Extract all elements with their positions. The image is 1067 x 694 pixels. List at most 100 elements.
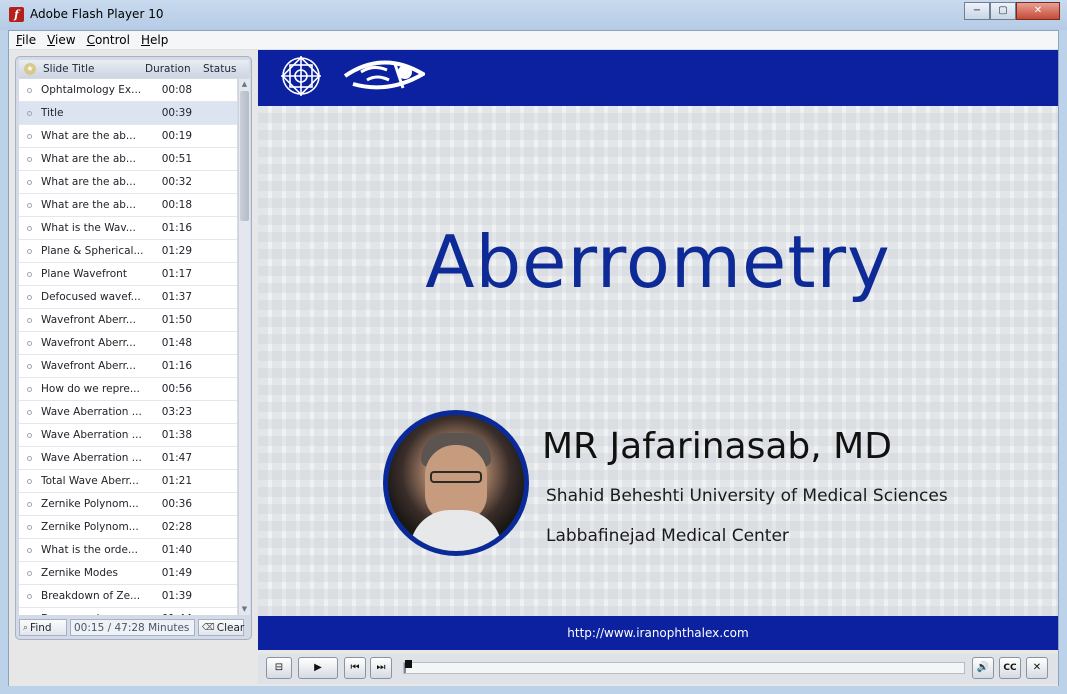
next-slide-button[interactable]: ⏭	[370, 657, 392, 679]
slide-list-row[interactable]: Plane & Spherical... 01:29	[19, 240, 237, 263]
slide-list: Ophtalmology Ex... 00:08 Title 00:39 What ar…	[19, 79, 237, 615]
slide-list-row[interactable]: How do we repre... 00:56	[19, 378, 237, 401]
column-slide-title[interactable]: Slide Title	[43, 63, 145, 75]
window-titlebar[interactable]: f Adobe Flash Player 10 − ▢ ✕	[0, 0, 1067, 30]
slide-row-title: What are the ab...	[41, 130, 136, 142]
slide-row-duration: 00:18	[161, 199, 192, 211]
eye-center-logo-icon	[343, 60, 425, 90]
slide-list-row[interactable]: Defocused wavef... 01:37	[19, 286, 237, 309]
status-dot-icon	[27, 271, 32, 277]
slide-list-row[interactable]: What is the orde... 01:40	[19, 539, 237, 562]
outline-footer: ⌕ Find 00:15 / 47:28 Minutes ⌫ Clear	[19, 619, 249, 637]
menu-file[interactable]: File	[12, 31, 43, 49]
close-player-button[interactable]: ✕	[1026, 657, 1048, 679]
menu-help-label: elp	[150, 33, 169, 47]
slide-canvas[interactable]: Aberrometry MR Jafarinasab, MD Shahid Be…	[258, 50, 1058, 650]
status-dot-icon	[27, 593, 32, 599]
previous-icon: ⏮	[350, 662, 360, 673]
slide-row-title: Zernike Polynom...	[41, 498, 139, 510]
status-dot-icon	[27, 547, 32, 553]
menu-view[interactable]: View	[43, 31, 82, 49]
slide-list-row[interactable]: Zernike Polynom... 00:36	[19, 493, 237, 516]
play-button[interactable]: ▶	[298, 657, 338, 679]
status-dot-icon	[27, 455, 32, 461]
maximize-button[interactable]: ▢	[990, 2, 1016, 20]
slide-row-title: Breakdown of Ze...	[41, 590, 141, 602]
close-window-button[interactable]: ✕	[1016, 2, 1060, 20]
cc-icon: CC	[1003, 663, 1017, 673]
slide-row-title: Ophtalmology Ex...	[41, 84, 142, 96]
slide-row-duration: 01:50	[161, 314, 192, 326]
seek-bar[interactable]	[403, 662, 965, 674]
status-dot-icon	[27, 432, 32, 438]
slide-list-row[interactable]: What are the ab... 00:18	[19, 194, 237, 217]
slide-row-title: What is the orde...	[41, 544, 138, 556]
scroll-up-icon[interactable]: ▲	[239, 79, 250, 90]
volume-button[interactable]: 🔊	[972, 657, 994, 679]
slide-row-duration: 00:56	[161, 383, 192, 395]
slide-list-row[interactable]: Zernike Polynom... 02:28	[19, 516, 237, 539]
slide-list-row[interactable]: Total Wave Aberr... 01:21	[19, 470, 237, 493]
slide-header-band	[258, 50, 1058, 106]
window-client: File View Control Help ★ Slide Title Dur…	[8, 30, 1059, 686]
slide-list-row[interactable]: What is the Wav... 01:16	[19, 217, 237, 240]
slide-list-row[interactable]: Wave Aberration ... 01:47	[19, 447, 237, 470]
scroll-down-icon[interactable]: ▼	[239, 604, 250, 615]
slide-list-row[interactable]: Wave Aberration ... 03:23	[19, 401, 237, 424]
slide-list-row[interactable]: What are the ab... 00:32	[19, 171, 237, 194]
minimize-button[interactable]: −	[964, 2, 990, 20]
slide-row-duration: 01:17	[161, 268, 192, 280]
slide-list-row[interactable]: Wave Aberration ... 01:38	[19, 424, 237, 447]
playback-controls: ⊟ ▶ ⏮ ⏭ 🔊 CC ✕	[258, 654, 1058, 684]
footer-url[interactable]: http://www.iranophthalex.com	[567, 626, 748, 640]
next-icon: ⏭	[376, 662, 386, 673]
slide-list-row[interactable]: Breakdown of Ze... 01:39	[19, 585, 237, 608]
menu-control-accel: C	[86, 33, 95, 47]
slide-list-row[interactable]: What are the ab... 00:19	[19, 125, 237, 148]
column-status[interactable]: Status	[203, 63, 243, 75]
elapsed-time: 00:15 / 47:28 Minutes	[70, 619, 195, 636]
slide-row-duration: 00:32	[161, 176, 192, 188]
outline-toggle-button[interactable]: ⊟	[266, 657, 292, 679]
status-dot-icon	[27, 524, 32, 530]
menu-help[interactable]: Help	[137, 31, 175, 49]
slide-list-row[interactable]: Ophtalmology Ex... 00:08	[19, 79, 237, 102]
seek-handle[interactable]	[405, 660, 412, 668]
status-dot-icon	[27, 570, 32, 576]
slide-row-title: What are the ab...	[41, 176, 136, 188]
slide-list-row[interactable]: Plane Wavefront 01:17	[19, 263, 237, 286]
slide-row-duration: 01:38	[161, 429, 192, 441]
slide-row-duration: 01:47	[161, 452, 192, 464]
clear-button[interactable]: ⌫ Clear	[198, 619, 244, 636]
window-title: Adobe Flash Player 10	[30, 7, 164, 21]
menu-help-accel: H	[140, 33, 150, 47]
status-dot-icon	[27, 87, 32, 93]
university-seal-icon	[281, 56, 321, 96]
column-duration[interactable]: Duration	[145, 63, 203, 75]
previous-slide-button[interactable]: ⏮	[344, 657, 366, 679]
slide-row-duration: 01:40	[161, 544, 192, 556]
slide-list-row[interactable]: Zernike Modes 01:49	[19, 562, 237, 585]
window-controls: − ▢ ✕	[964, 2, 1060, 20]
menu-control[interactable]: Control	[83, 31, 137, 49]
find-button[interactable]: ⌕ Find	[19, 619, 67, 636]
status-dot-icon	[27, 386, 32, 392]
volume-icon: 🔊	[976, 662, 990, 673]
status-dot-icon	[27, 248, 32, 254]
slide-list-row[interactable]: Title 00:39	[19, 102, 237, 125]
slide-row-title: Plane Wavefront	[41, 268, 127, 280]
slide-list-row[interactable]: Decomposi...01:44	[19, 608, 237, 615]
scroll-thumb[interactable]	[240, 91, 249, 221]
slide-list-row[interactable]: Wavefront Aberr... 01:16	[19, 355, 237, 378]
slide-row-duration: 01:21	[161, 475, 192, 487]
slide-list-row[interactable]: Wavefront Aberr... 01:50	[19, 309, 237, 332]
slide-list-row[interactable]: What are the ab... 00:51	[19, 148, 237, 171]
slide-list-scrollbar[interactable]: ▲ ▼	[238, 79, 250, 615]
slide-row-duration: 01:49	[161, 567, 192, 579]
eraser-icon: ⌫	[202, 622, 215, 633]
portrait-glasses	[430, 471, 482, 483]
closed-captions-button[interactable]: CC	[999, 657, 1021, 679]
status-dot-icon	[27, 478, 32, 484]
play-icon: ▶	[314, 662, 322, 673]
slide-list-row[interactable]: Wavefront Aberr... 01:48	[19, 332, 237, 355]
